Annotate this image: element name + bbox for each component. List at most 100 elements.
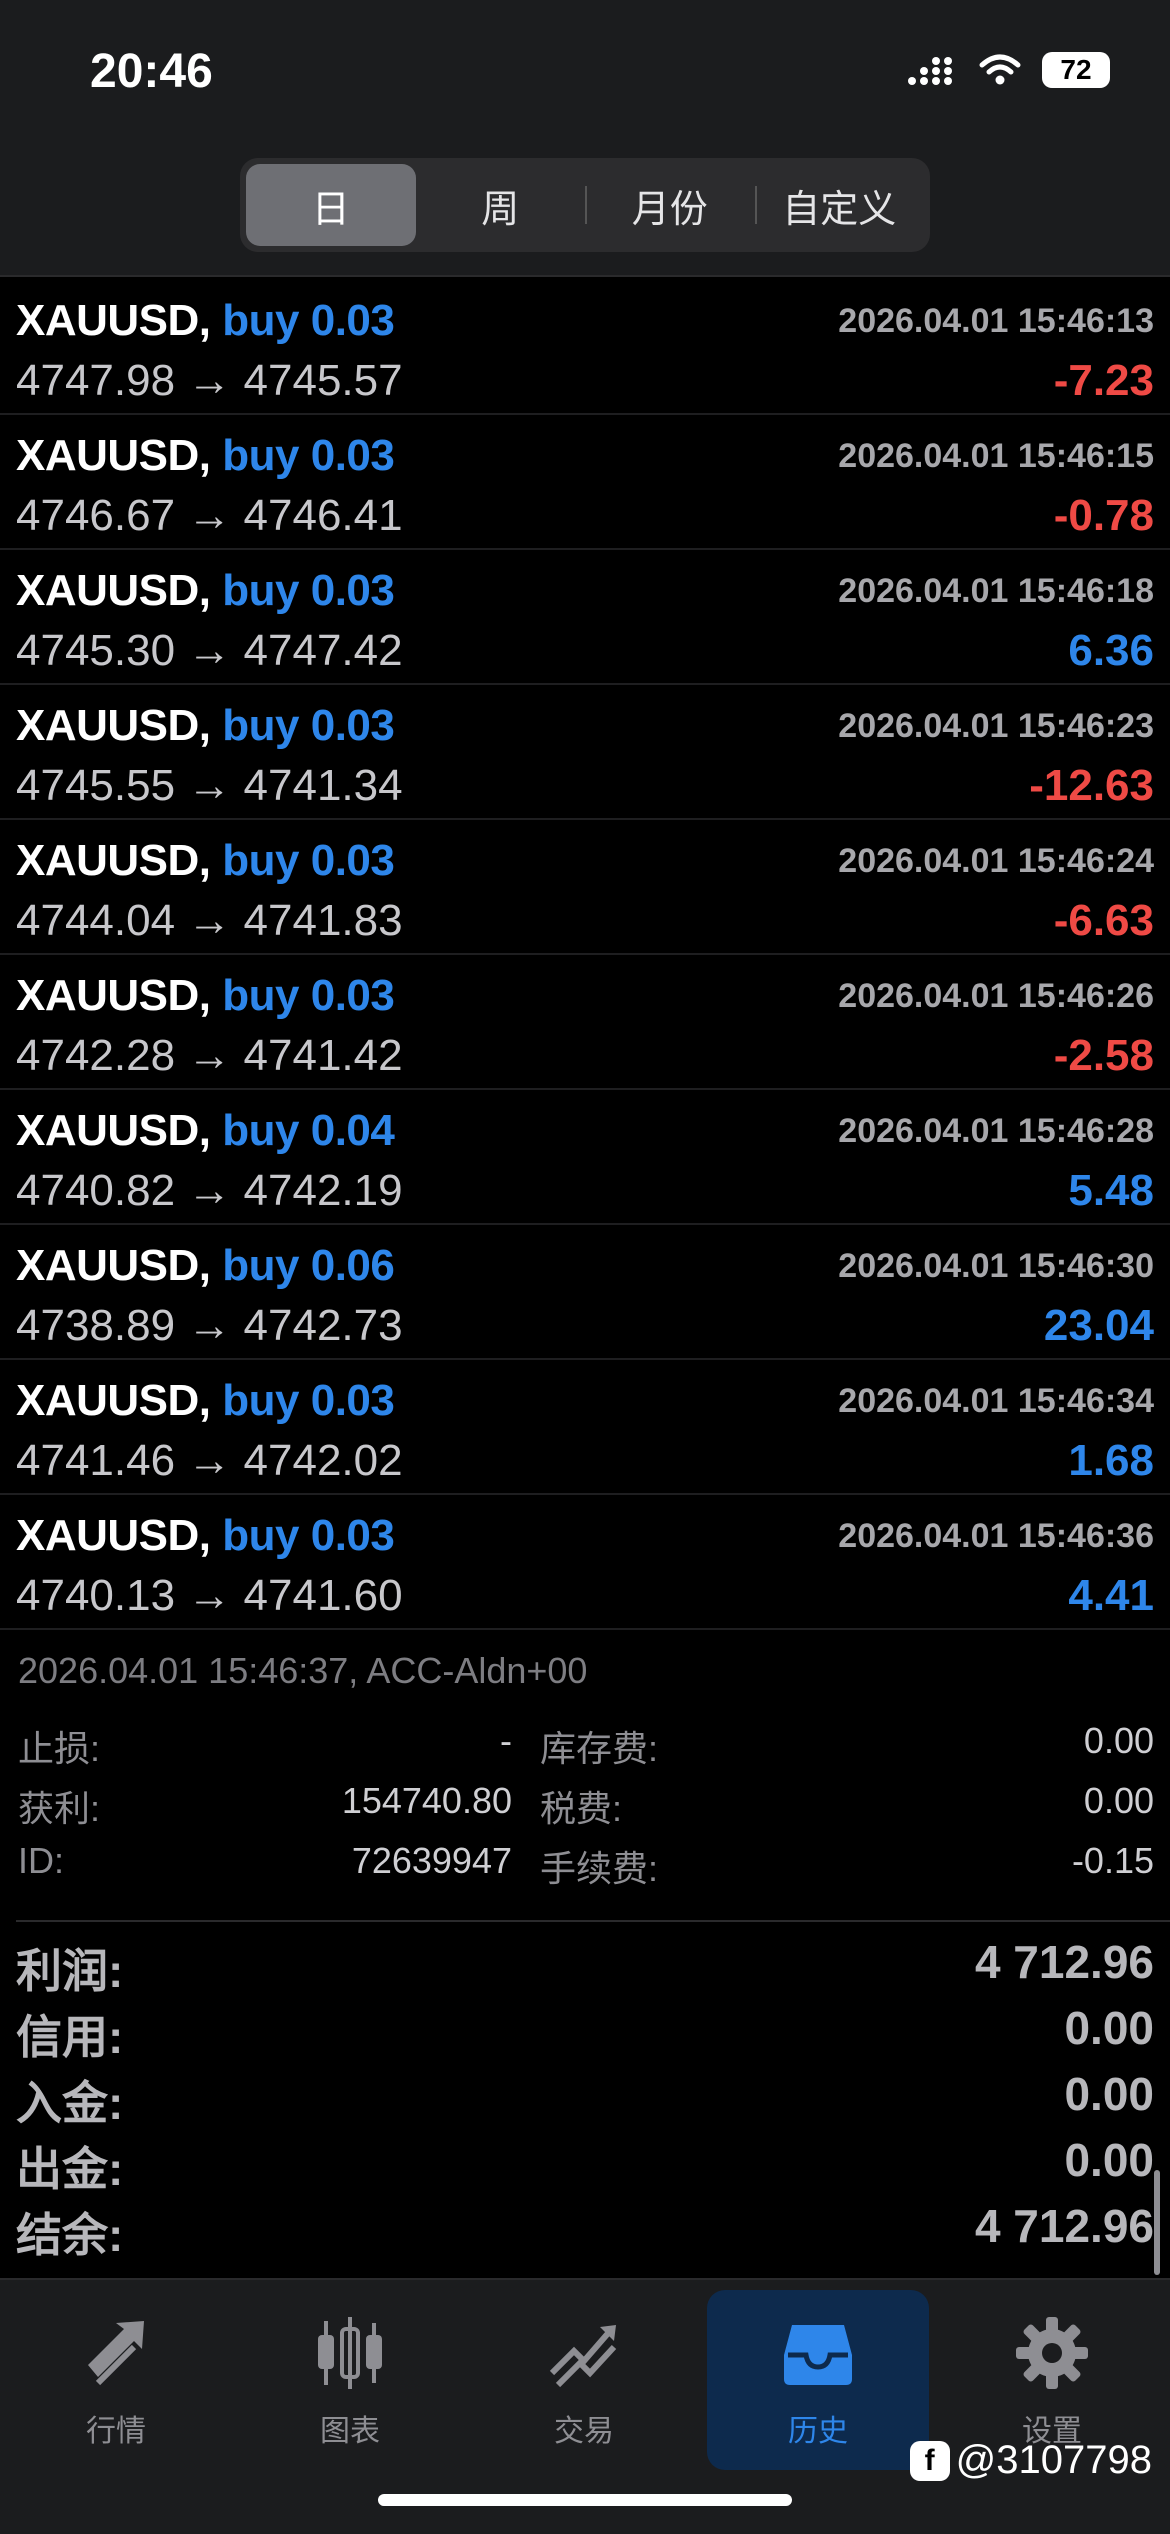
- deal-prices: 4738.89 → 4742.73: [16, 1301, 403, 1351]
- deal-profit: -0.78: [1053, 491, 1154, 540]
- deal-side: buy: [222, 431, 299, 480]
- deal-time: 2026.04.01 15:46:13: [838, 302, 1154, 340]
- tab-chart[interactable]: 图表: [239, 2290, 461, 2470]
- deal-close-price: 4747.42: [243, 626, 403, 675]
- deal-open-price: 4740.82: [16, 1166, 176, 1215]
- tab-history[interactable]: 历史: [707, 2290, 929, 2470]
- commission-value: -0.15: [1071, 1840, 1154, 1881]
- deal-profit: 5.48: [1068, 1166, 1154, 1215]
- summary-value: 4 712.96: [974, 1936, 1154, 1988]
- tab-label: 历史: [788, 2415, 848, 2448]
- deal-prices: 4740.13 → 4741.60: [16, 1571, 403, 1621]
- deal-row[interactable]: XAUUSD, buy 0.03 2026.04.01 15:46:23 4745.…: [0, 685, 1170, 820]
- deal-open-price: 4738.89: [16, 1301, 176, 1350]
- settings-icon: [1007, 2308, 1097, 2398]
- summary-label: 出金:: [16, 2143, 124, 2195]
- deal-time: 2026.04.01 15:46:36: [838, 1517, 1154, 1555]
- tab-label: 图表: [320, 2415, 380, 2448]
- history-icon: [773, 2308, 863, 2398]
- deal-side: buy: [222, 1511, 299, 1560]
- deal-volume: 0.04: [310, 1106, 395, 1155]
- summary-deposit-row: 入金: 0.00: [0, 2067, 1170, 2133]
- summary-label: 信用:: [16, 2011, 124, 2063]
- arrow-icon: →: [187, 1301, 232, 1350]
- deal-volume: 0.03: [310, 566, 395, 615]
- deal-symbol-line: XAUUSD, buy 0.03: [16, 701, 395, 751]
- deal-side: buy: [222, 566, 299, 615]
- deal-open-price: 4744.04: [16, 896, 176, 945]
- summary-label: 入金:: [16, 2077, 124, 2129]
- summary-balance-row: 结余: 4 712.96: [0, 2199, 1170, 2265]
- deal-volume: 0.03: [310, 296, 395, 345]
- watermark: f @3107798: [909, 2438, 1152, 2483]
- deal-close-price: 4742.19: [243, 1166, 403, 1215]
- deal-volume: 0.03: [310, 1376, 395, 1425]
- deal-prices: 4745.55 → 4741.34: [16, 761, 403, 811]
- summary-value: 0.00: [1064, 2068, 1154, 2120]
- scrollbar[interactable]: [1154, 2170, 1160, 2275]
- watermark-text: @3107798: [955, 2438, 1152, 2482]
- deal-symbol: XAUUSD,: [16, 296, 211, 345]
- summary-label: 利润:: [16, 1945, 124, 1997]
- deal-open-price: 4740.13: [16, 1571, 176, 1620]
- deal-volume: 0.06: [310, 1241, 395, 1290]
- tab-trade[interactable]: 交易: [473, 2290, 695, 2470]
- deal-row[interactable]: XAUUSD, buy 0.03 2026.04.01 15:46:36 4740.…: [0, 1495, 1170, 1630]
- deal-symbol-line: XAUUSD, buy 0.03: [16, 1511, 395, 1561]
- summary-value: 4 712.96: [974, 2200, 1154, 2252]
- deal-profit: 4.41: [1068, 1571, 1154, 1620]
- deal-open-price: 4747.98: [16, 356, 176, 405]
- arrow-icon: →: [187, 1571, 232, 1620]
- detail-header: 2026.04.01 15:46:37, ACC-Aldn+00: [18, 1650, 588, 1691]
- deal-symbol-line: XAUUSD, buy 0.06: [16, 1241, 395, 1291]
- segment-day[interactable]: 日: [246, 164, 416, 246]
- summary-profit-row: 利润: 4 712.96: [0, 1935, 1170, 2001]
- deal-profit: -2.58: [1053, 1031, 1154, 1080]
- deal-symbol: XAUUSD,: [16, 971, 211, 1020]
- deal-time: 2026.04.01 15:46:23: [838, 707, 1154, 745]
- deal-row[interactable]: XAUUSD, buy 0.03 2026.04.01 15:46:26 4742.…: [0, 955, 1170, 1090]
- summary-withdrawal-row: 出金: 0.00: [0, 2133, 1170, 2199]
- deal-symbol: XAUUSD,: [16, 701, 211, 750]
- deal-row[interactable]: XAUUSD, buy 0.06 2026.04.01 15:46:30 4738.…: [0, 1225, 1170, 1360]
- deal-time: 2026.04.01 15:46:26: [838, 977, 1154, 1015]
- deal-prices: 4740.82 → 4742.19: [16, 1166, 403, 1216]
- home-indicator: [378, 2494, 792, 2506]
- deal-symbol-line: XAUUSD, buy 0.03: [16, 1376, 395, 1426]
- deal-prices: 4746.67 → 4746.41: [16, 491, 403, 541]
- deal-symbol: XAUUSD,: [16, 431, 211, 480]
- deal-open-price: 4746.67: [16, 491, 176, 540]
- deal-row[interactable]: XAUUSD, buy 0.03 2026.04.01 15:46:13 4747.…: [0, 280, 1170, 415]
- deal-volume: 0.03: [310, 836, 395, 885]
- deal-row[interactable]: XAUUSD, buy 0.03 2026.04.01 15:46:24 4744.…: [0, 820, 1170, 955]
- deal-time: 2026.04.01 15:46:18: [838, 572, 1154, 610]
- stop-loss-value: -: [500, 1720, 512, 1761]
- cellular-signal-icon: [908, 57, 952, 85]
- deal-row[interactable]: XAUUSD, buy 0.03 2026.04.01 15:46:18 4745.…: [0, 550, 1170, 685]
- deal-side: buy: [222, 971, 299, 1020]
- tab-label: 交易: [554, 2415, 614, 2448]
- deal-row[interactable]: XAUUSD, buy 0.03 2026.04.01 15:46:15 4746.…: [0, 415, 1170, 550]
- deal-close-price: 4746.41: [243, 491, 403, 540]
- segment-custom[interactable]: 自定义: [754, 164, 925, 246]
- divider: [16, 1920, 1170, 1922]
- deal-time: 2026.04.01 15:46:28: [838, 1112, 1154, 1150]
- deal-open-price: 4742.28: [16, 1031, 176, 1080]
- tab-label: 行情: [86, 2415, 146, 2448]
- deal-symbol: XAUUSD,: [16, 1511, 211, 1560]
- tab-quotes[interactable]: 行情: [5, 2290, 227, 2470]
- deal-symbol: XAUUSD,: [16, 836, 211, 885]
- tax-label: 税费:: [540, 1788, 623, 1829]
- segment-month[interactable]: 月份: [585, 164, 755, 246]
- deal-row[interactable]: XAUUSD, buy 0.04 2026.04.01 15:46:28 4740.…: [0, 1090, 1170, 1225]
- arrow-icon: →: [187, 626, 232, 675]
- period-selector-bar: 日 周 月份 自定义: [0, 140, 1170, 277]
- segment-week[interactable]: 周: [416, 164, 586, 246]
- summary-label: 结余:: [16, 2209, 124, 2261]
- deal-row[interactable]: XAUUSD, buy 0.03 2026.04.01 15:46:34 4741.…: [0, 1360, 1170, 1495]
- tab-bar: 行情 图表 交易 历史 设置 f @3107798: [0, 2278, 1170, 2534]
- deal-close-price: 4741.83: [243, 896, 403, 945]
- deal-symbol-line: XAUUSD, buy 0.03: [16, 971, 395, 1021]
- deal-prices: 4745.30 → 4747.42: [16, 626, 403, 676]
- deal-symbol-line: XAUUSD, buy 0.04: [16, 1106, 395, 1156]
